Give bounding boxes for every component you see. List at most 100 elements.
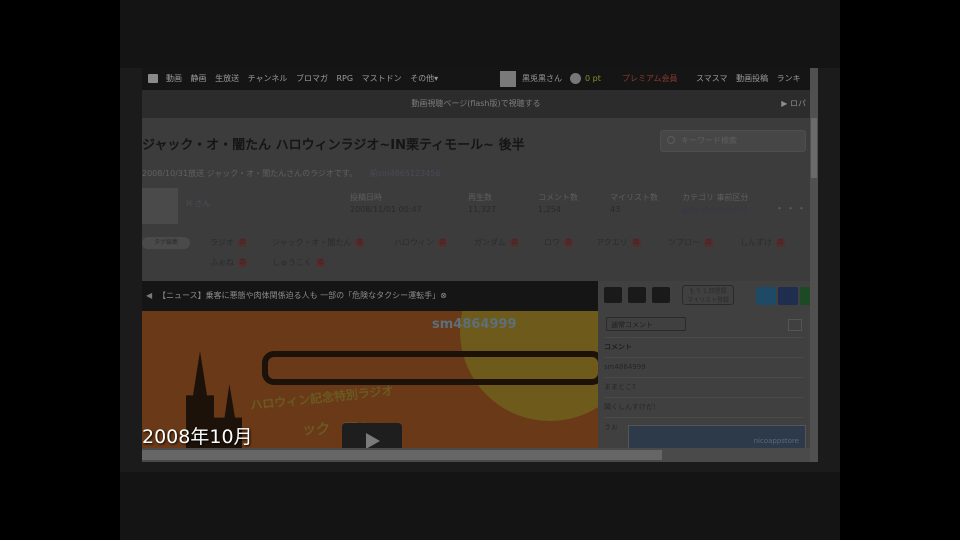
news-ticker: ◀ 【ニュース】乗客に悪態や肉体関係迫る人も 一部の「危険なタクシー運転手」⊗ [142,281,598,311]
stat-views: 再生数 11,327 [468,192,496,214]
stat-value[interactable]: 歌唱 総合順位の位 [682,205,749,216]
flash-player-bar: 動画視聴ページ(flash版)で視聴する ▶ ロパ [142,90,810,118]
comment-row[interactable]: sm4864999 [604,357,804,376]
nav-link[interactable]: チャンネル [248,74,288,83]
scrollbar-thumb[interactable] [811,118,817,178]
news-prev-button[interactable]: ◀ [146,281,152,311]
owner-name[interactable]: H さん [186,198,211,209]
premium-link[interactable]: プレミアム会員 [622,68,677,90]
letterbox-top [120,0,840,68]
user-name[interactable]: 黒兎黒さん [522,68,562,90]
flash-player-link[interactable]: 動画視聴ページ(flash版)で視聴する [411,99,540,108]
vertical-scrollbar[interactable] [810,68,818,462]
stat-label: 再生数 [468,193,492,202]
comment-row[interactable]: 聞くしんすけだ! [604,397,804,416]
search-placeholder: キーワード検索 [681,136,737,145]
dictionary-icon[interactable]: 百 [631,238,641,247]
twitter-icon[interactable] [756,287,776,305]
tag-item[interactable]: ラジオ百 [210,237,247,248]
letterbox-bottom [120,472,840,540]
horizontal-scrollbar[interactable] [142,448,810,462]
stat-label: 投稿日時 [350,193,382,202]
comment-header: コメント [604,337,804,356]
video-description: 2008/10/31放送 ジャック・オ・闇たんさんのラジオです。 前sm4865… [142,168,441,179]
tag-item[interactable]: しゅうこく百 [272,257,325,268]
video-title: ジャック・オ・闇たん ハロウィンラジオ~IN栗ティモール~ 後半 [142,138,525,153]
coin-icon [570,73,581,84]
comment-type-select[interactable]: 通常コメント [606,317,686,331]
nav-right-link[interactable]: 動画投稿 [736,74,768,83]
tag-item[interactable]: ツブロー百 [668,237,713,248]
user-avatar[interactable] [500,71,516,87]
tag-item[interactable]: アクエリ百 [596,237,641,248]
description-text: 2008/10/31放送 ジャック・オ・闇たんさんのラジオです。 [142,169,358,178]
play-icon [366,433,380,449]
dictionary-icon[interactable]: 百 [776,238,785,247]
stat-posted: 投稿日時 2008/11/01 00:47 [350,192,422,214]
browser-screenshot: 動画 静画 生放送 チャンネル ブロマガ RPG マストドン その他▾ 黒兎黒さ… [142,68,818,462]
stat-value: 1,254 [538,205,561,214]
stat-value: 11,327 [468,205,496,214]
news-text[interactable]: 【ニュース】乗客に悪態や肉体関係迫る人も 一部の「危険なタクシー運転手」⊗ [158,281,447,311]
tag-item[interactable]: ジャック・オ・闇たん百 [272,237,365,248]
play-toggle[interactable]: ▶ ロパ [781,90,806,118]
stat-category: カテゴリ 事前区分 歌唱 総合順位の位 [682,192,749,216]
stat-label: マイリスト数 [610,193,658,202]
dictionary-icon[interactable]: 百 [704,238,713,247]
video-image-title: ハロウィン記念特別ラジオ [249,383,395,413]
description-link[interactable]: 前sm4865123456 [370,169,441,178]
stat-label: コメント数 [538,193,578,202]
video-sm-id: sm4864999 [432,317,517,332]
top-nav-bar: 動画 静画 生放送 チャンネル ブロマガ RPG マストドン その他▾ 黒兎黒さ… [142,68,818,90]
dictionary-icon[interactable]: 百 [510,238,519,247]
line-icon[interactable] [800,287,810,305]
nav-link[interactable]: 静画 [191,74,207,83]
home-icon[interactable] [148,74,158,83]
search-input[interactable]: キーワード検索 [660,130,806,152]
ad-icon[interactable] [652,287,670,303]
points-value: 0 pt [585,74,601,83]
dictionary-icon[interactable]: 百 [438,238,447,247]
folder-icon[interactable] [604,287,622,303]
dictionary-icon[interactable]: 百 [316,258,325,267]
tag-item[interactable]: しんずけ百 [740,237,785,248]
playlist-icon[interactable] [628,287,646,303]
nav-right-link[interactable]: スマスマ [696,74,728,83]
film-reel-graphic [262,351,598,385]
more-menu-icon[interactable]: ・・・ [774,200,807,216]
nav-right-links: スマスマ 動画投稿 ランキ [696,68,807,90]
comment-panel: もう 1 回登録 マイリスト登録 通常コメント コメント sm4864999 ま… [598,281,810,462]
nav-link[interactable]: その他▾ [410,74,438,83]
tag-item[interactable]: ガンダム百 [474,237,519,248]
stat-value: 43 [610,205,621,214]
stat-value: 2008/11/01 00:47 [350,205,422,214]
mylist-add-button[interactable]: もう 1 回登録 マイリスト登録 [682,285,734,305]
comment-row[interactable]: ままとこ? [604,377,804,396]
dictionary-icon[interactable]: 百 [564,238,573,247]
nav-right-link[interactable]: ランキ [777,74,801,83]
dictionary-icon[interactable]: 百 [237,238,247,247]
search-icon [667,136,675,144]
tag-edit-button[interactable]: タグ編集 [142,237,190,249]
dictionary-icon[interactable]: 百 [355,238,365,247]
owner-avatar[interactable] [142,188,178,224]
tag-item[interactable]: ハロウィン百 [394,237,447,248]
nav-link[interactable]: マストドン [362,74,402,83]
video-frame: 動画 静画 生放送 チャンネル ブロマガ RPG マストドン その他▾ 黒兎黒さ… [120,0,840,540]
stat-comments: コメント数 1,254 [538,192,578,214]
dictionary-icon[interactable]: 百 [238,258,247,267]
tag-item[interactable]: ふぉね百 [210,257,247,268]
nav-link[interactable]: 生放送 [215,74,239,83]
nav-link[interactable]: 動画 [166,74,182,83]
stat-label: カテゴリ 事前区分 [682,193,749,202]
nav-links: 動画 静画 生放送 チャンネル ブロマガ RPG マストドン その他▾ [166,68,444,90]
nav-link[interactable]: ブロマガ [296,74,328,83]
stat-mylist: マイリスト数 43 [610,192,658,214]
horizontal-scrollbar-thumb[interactable] [142,450,662,460]
tag-item[interactable]: ロワ百 [544,237,573,248]
date-caption: 2008年10月 [142,426,253,448]
nav-link[interactable]: RPG [337,74,354,83]
panel-toggle-button[interactable] [788,319,802,331]
video-page-content: ジャック・オ・闇たん ハロウィンラジオ~IN栗ティモール~ 後半 キーワード検索… [142,118,810,462]
facebook-icon[interactable] [778,287,798,305]
